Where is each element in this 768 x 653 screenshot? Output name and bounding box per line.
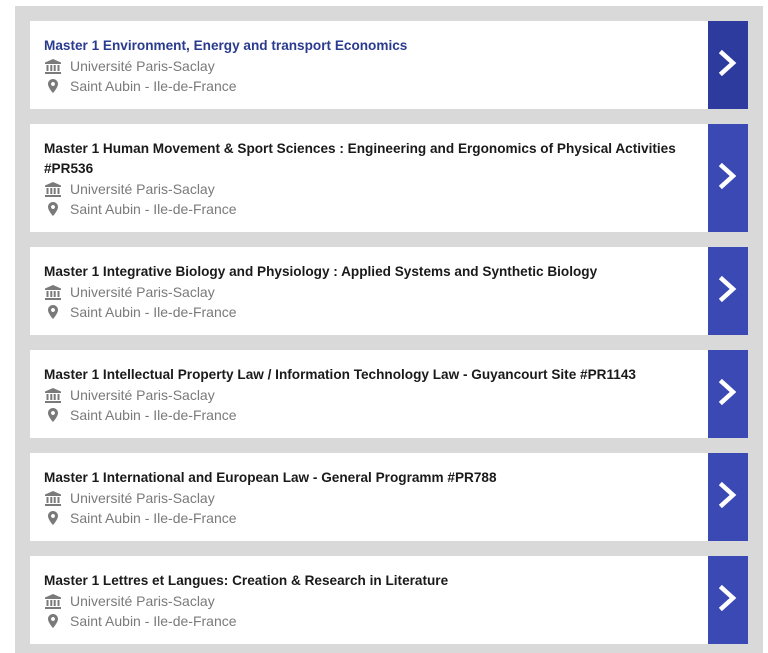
university-row: Université Paris-Saclay <box>44 488 688 508</box>
program-card: Master 1 Lettres et Langues: Creation & … <box>30 556 748 644</box>
chevron-right-icon <box>718 378 737 410</box>
program-info: Master 1 Integrative Biology and Physiol… <box>44 262 688 322</box>
program-list: Master 1 Environment, Energy and transpo… <box>15 6 763 653</box>
location-text: Saint Aubin - Ile-de-France <box>70 201 237 217</box>
location-text: Saint Aubin - Ile-de-France <box>70 407 237 423</box>
university-name: Université Paris-Saclay <box>70 490 215 506</box>
program-title-link[interactable]: Master 1 International and European Law … <box>44 468 688 488</box>
university-name: Université Paris-Saclay <box>70 593 215 609</box>
institution-icon <box>44 284 62 300</box>
chevron-right-icon <box>718 162 737 194</box>
location-text: Saint Aubin - Ile-de-France <box>70 78 237 94</box>
program-card: Master 1 International and European Law … <box>30 453 748 541</box>
open-program-button[interactable] <box>708 453 748 541</box>
program-title-link[interactable]: Master 1 Lettres et Langues: Creation & … <box>44 571 688 591</box>
institution-icon <box>44 58 62 74</box>
location-row: Saint Aubin - Ile-de-France <box>44 199 688 219</box>
map-pin-icon <box>44 201 62 217</box>
program-title-link[interactable]: Master 1 Human Movement & Sport Sciences… <box>44 139 688 179</box>
program-info: Master 1 Lettres et Langues: Creation & … <box>44 571 688 631</box>
program-card: Master 1 Integrative Biology and Physiol… <box>30 247 748 335</box>
map-pin-icon <box>44 304 62 320</box>
chevron-right-icon <box>718 275 737 307</box>
program-info: Master 1 Environment, Energy and transpo… <box>44 36 688 96</box>
map-pin-icon <box>44 78 62 94</box>
university-row: Université Paris-Saclay <box>44 282 688 302</box>
location-row: Saint Aubin - Ile-de-France <box>44 405 688 425</box>
open-program-button[interactable] <box>708 124 748 232</box>
location-text: Saint Aubin - Ile-de-France <box>70 613 237 629</box>
program-info: Master 1 Intellectual Property Law / Inf… <box>44 365 688 425</box>
open-program-button[interactable] <box>708 556 748 644</box>
institution-icon <box>44 490 62 506</box>
program-card: Master 1 Human Movement & Sport Sciences… <box>30 124 748 232</box>
program-title-link[interactable]: Master 1 Intellectual Property Law / Inf… <box>44 365 688 385</box>
institution-icon <box>44 387 62 403</box>
map-pin-icon <box>44 613 62 629</box>
program-info: Master 1 Human Movement & Sport Sciences… <box>44 139 688 219</box>
university-row: Université Paris-Saclay <box>44 591 688 611</box>
chevron-right-icon <box>718 49 737 81</box>
program-info: Master 1 International and European Law … <box>44 468 688 528</box>
institution-icon <box>44 593 62 609</box>
institution-icon <box>44 181 62 197</box>
chevron-right-icon <box>718 481 737 513</box>
location-text: Saint Aubin - Ile-de-France <box>70 510 237 526</box>
university-name: Université Paris-Saclay <box>70 284 215 300</box>
university-name: Université Paris-Saclay <box>70 387 215 403</box>
location-text: Saint Aubin - Ile-de-France <box>70 304 237 320</box>
university-name: Université Paris-Saclay <box>70 58 215 74</box>
location-row: Saint Aubin - Ile-de-France <box>44 611 688 631</box>
open-program-button[interactable] <box>708 21 748 109</box>
location-row: Saint Aubin - Ile-de-France <box>44 302 688 322</box>
university-name: Université Paris-Saclay <box>70 181 215 197</box>
university-row: Université Paris-Saclay <box>44 385 688 405</box>
university-row: Université Paris-Saclay <box>44 56 688 76</box>
location-row: Saint Aubin - Ile-de-France <box>44 76 688 96</box>
open-program-button[interactable] <box>708 247 748 335</box>
program-card: Master 1 Environment, Energy and transpo… <box>30 21 748 109</box>
location-row: Saint Aubin - Ile-de-France <box>44 508 688 528</box>
map-pin-icon <box>44 407 62 423</box>
open-program-button[interactable] <box>708 350 748 438</box>
map-pin-icon <box>44 510 62 526</box>
program-title-link[interactable]: Master 1 Environment, Energy and transpo… <box>44 36 688 56</box>
university-row: Université Paris-Saclay <box>44 179 688 199</box>
program-card: Master 1 Intellectual Property Law / Inf… <box>30 350 748 438</box>
chevron-right-icon <box>718 584 737 616</box>
program-title-link[interactable]: Master 1 Integrative Biology and Physiol… <box>44 262 688 282</box>
